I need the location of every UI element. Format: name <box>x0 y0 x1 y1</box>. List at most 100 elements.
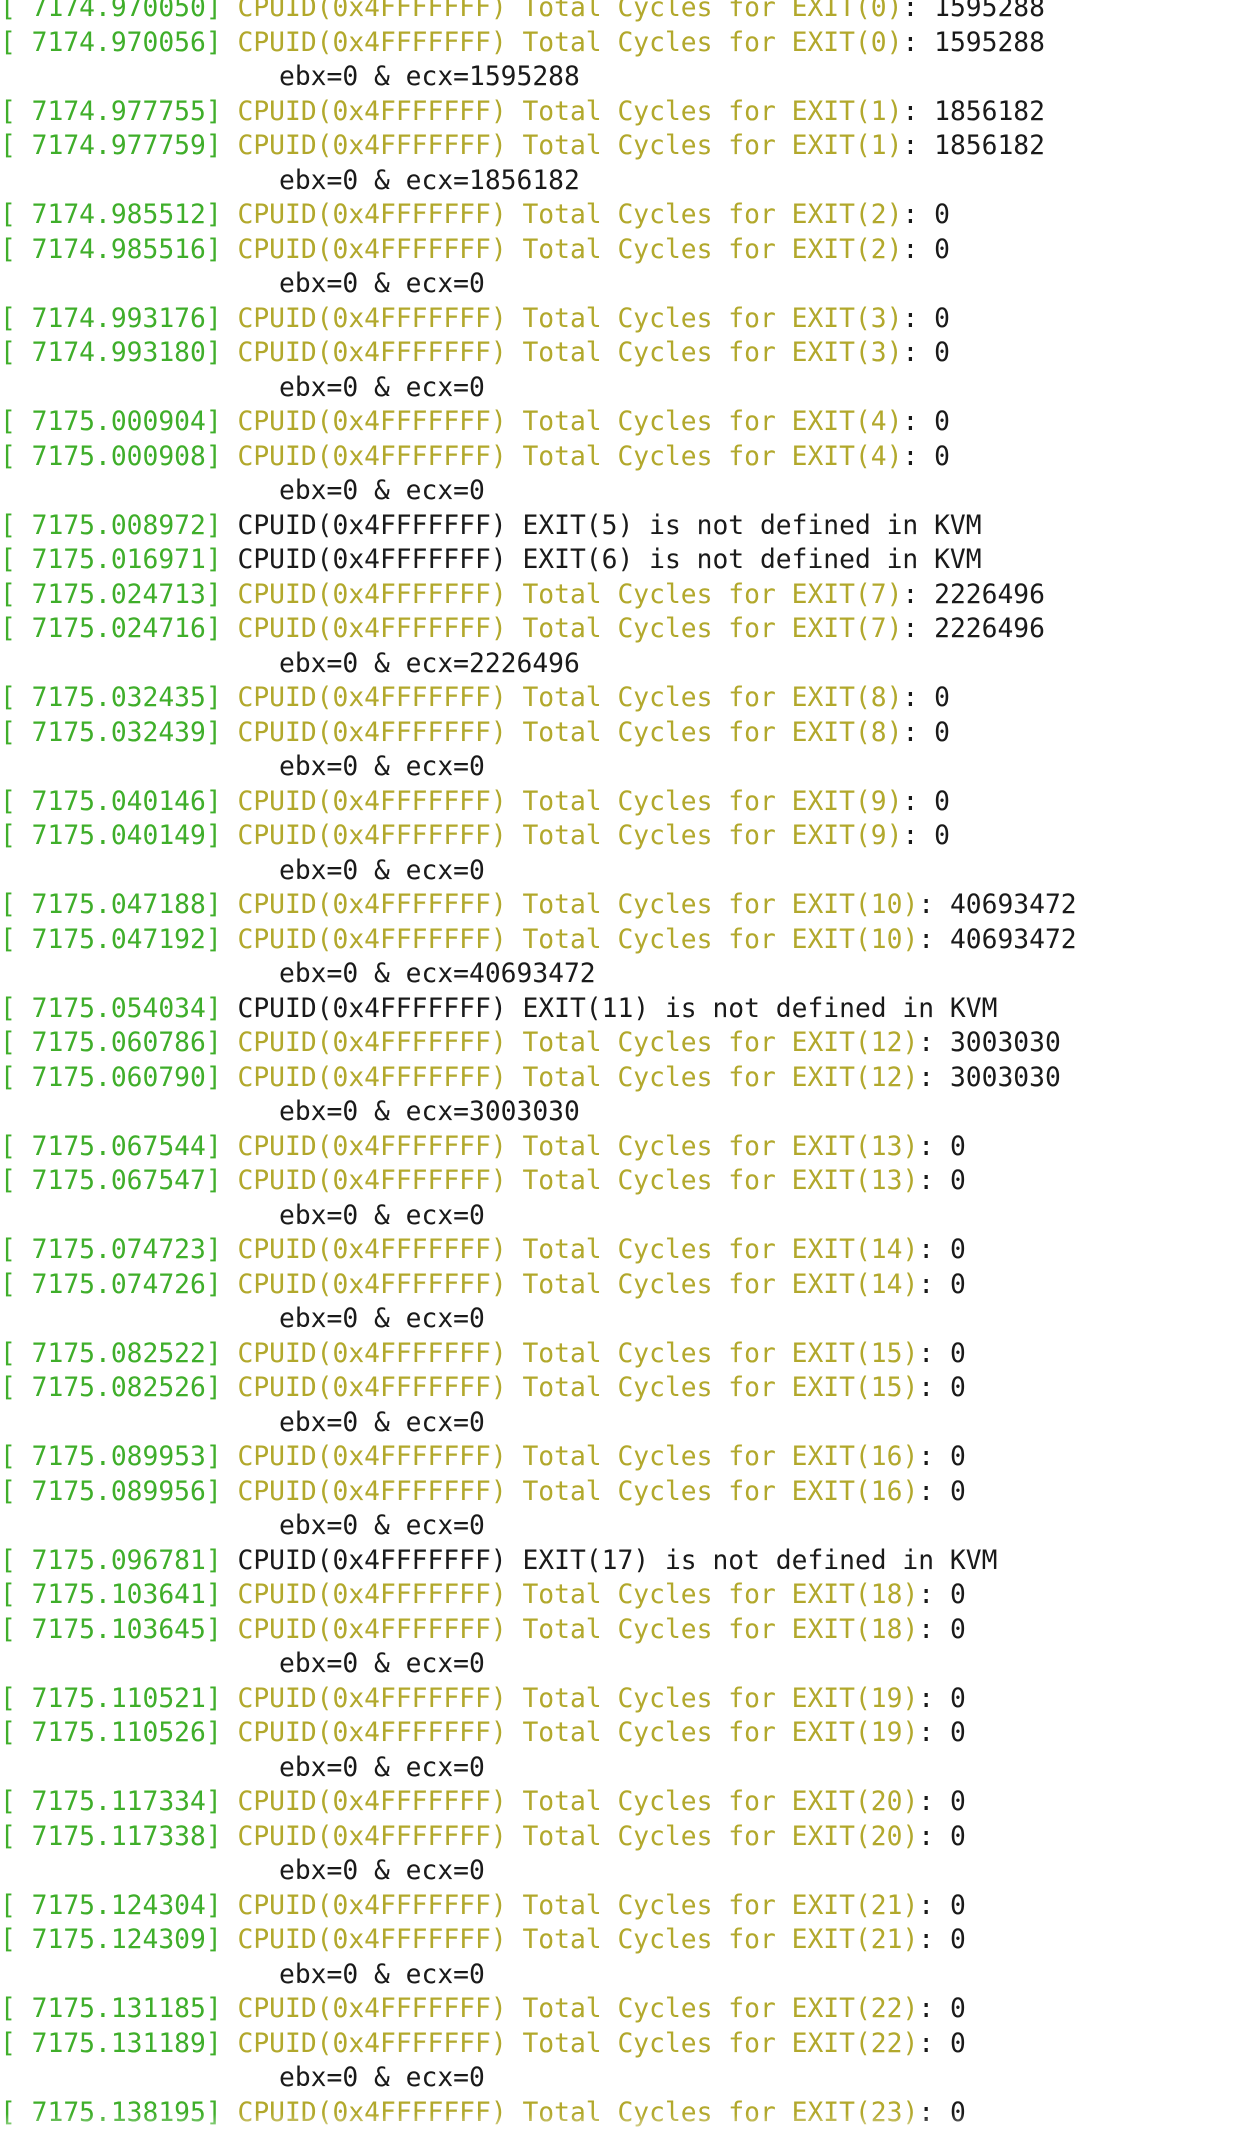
cycle-count-value: 0 <box>934 1614 966 1645</box>
cycle-count-value: 0 <box>918 303 950 334</box>
log-line-total-cycles: [ 7175.131189] CPUID(0x4FFFFFFF) Total C… <box>0 2027 1252 2062</box>
cycle-count-value: 2226496 <box>918 579 1045 610</box>
log-line-registers: ebx=0 & ecx=0 <box>0 267 1252 302</box>
log-line-undefined-exit: [ 7175.016971] CPUID(0x4FFFFFFF) EXIT(6)… <box>0 543 1252 578</box>
log-message: CPUID(0x4FFFFFFF) EXIT(6) is not defined… <box>221 545 982 575</box>
log-message: CPUID(0x4FFFFFFF) Total Cycles for EXIT(… <box>237 1994 919 2024</box>
log-line-total-cycles: [ 7175.138195] CPUID(0x4FFFFFFF) Total C… <box>0 2096 1252 2131</box>
log-line-registers: ebx=0 & ecx=0 <box>0 1406 1252 1441</box>
log-timestamp: [ 7175.074723] <box>0 1235 222 1265</box>
log-line-total-cycles: [ 7174.985516] CPUID(0x4FFFFFFF) Total C… <box>0 233 1252 268</box>
log-line-registers: ebx=0 & ecx=0 <box>0 1302 1252 1337</box>
log-separator: : <box>918 1373 935 1403</box>
log-message: CPUID(0x4FFFFFFF) Total Cycles for EXIT(… <box>237 1338 919 1369</box>
log-message: CPUID(0x4FFFFFFF) Total Cycles for EXIT(… <box>237 131 903 161</box>
log-timestamp: [ 7175.117338] <box>0 1821 222 1852</box>
log-timestamp: [ 7175.131185] <box>0 1994 222 2024</box>
log-separator: : <box>902 821 919 851</box>
log-separator: : <box>902 131 919 161</box>
register-values: ebx=0 & ecx=0 <box>279 476 485 506</box>
log-line-registers: ebx=0 & ecx=0 <box>0 1854 1252 1889</box>
log-line-total-cycles: [ 7175.103641] CPUID(0x4FFFFFFF) Total C… <box>0 1578 1252 1613</box>
cycle-count-value: 40693472 <box>934 924 1077 955</box>
cycle-count-value: 0 <box>934 1718 966 1748</box>
log-message: CPUID(0x4FFFFFFF) Total Cycles for EXIT(… <box>237 303 903 334</box>
cycle-count-value: 0 <box>918 441 950 472</box>
log-line-total-cycles: [ 7175.032439] CPUID(0x4FFFFFFF) Total C… <box>0 716 1252 751</box>
register-values: ebx=0 & ecx=0 <box>279 1511 485 1541</box>
register-values: ebx=0 & ecx=0 <box>279 752 485 782</box>
log-separator: : <box>918 1787 935 1817</box>
log-timestamp: [ 7175.067547] <box>0 1166 222 1196</box>
log-line-total-cycles: [ 7175.124304] CPUID(0x4FFFFFFF) Total C… <box>0 1889 1252 1924</box>
log-timestamp: [ 7175.124309] <box>0 1925 222 1955</box>
log-timestamp: [ 7175.047188] <box>0 890 222 920</box>
log-message: CPUID(0x4FFFFFFF) Total Cycles for EXIT(… <box>237 2028 919 2059</box>
log-line-total-cycles: [ 7175.082526] CPUID(0x4FFFFFFF) Total C… <box>0 1371 1252 1406</box>
log-message: CPUID(0x4FFFFFFF) EXIT(11) is not define… <box>221 993 998 1024</box>
log-line-registers: ebx=0 & ecx=0 <box>0 750 1252 785</box>
log-message: CPUID(0x4FFFFFFF) Total Cycles for EXIT(… <box>237 579 903 610</box>
cycle-count-value: 0 <box>934 1373 966 1403</box>
log-timestamp: [ 7175.096781] <box>0 1545 222 1576</box>
log-separator: : <box>902 0 919 23</box>
log-timestamp: [ 7175.110521] <box>0 1683 222 1714</box>
log-line-registers: ebx=0 & ecx=1595288 <box>0 60 1252 95</box>
log-separator: : <box>902 200 919 230</box>
log-line-total-cycles: [ 7175.047188] CPUID(0x4FFFFFFF) Total C… <box>0 888 1252 923</box>
register-values: ebx=0 & ecx=0 <box>279 1649 485 1679</box>
log-line-registers: ebx=0 & ecx=0 <box>0 1199 1252 1234</box>
log-line-total-cycles: [ 7175.067547] CPUID(0x4FFFFFFF) Total C… <box>0 1164 1252 1199</box>
log-line-total-cycles: [ 7175.000904] CPUID(0x4FFFFFFF) Total C… <box>0 405 1252 440</box>
log-separator: : <box>902 234 919 265</box>
log-line-registers: ebx=0 & ecx=0 <box>0 1509 1252 1544</box>
cycle-count-value: 0 <box>934 1442 966 1472</box>
log-line-total-cycles: [ 7174.993180] CPUID(0x4FFFFFFF) Total C… <box>0 336 1252 371</box>
log-message: CPUID(0x4FFFFFFF) Total Cycles for EXIT(… <box>237 1235 919 1265</box>
log-message: CPUID(0x4FFFFFFF) Total Cycles for EXIT(… <box>237 924 919 955</box>
cycle-count-value: 0 <box>934 1925 966 1955</box>
log-line-registers: ebx=0 & ecx=2226496 <box>0 647 1252 682</box>
register-values: ebx=0 & ecx=0 <box>279 1856 485 1886</box>
log-message: CPUID(0x4FFFFFFF) Total Cycles for EXIT(… <box>237 1925 919 1955</box>
log-line-registers: ebx=0 & ecx=0 <box>0 1958 1252 1993</box>
log-line-registers: ebx=0 & ecx=0 <box>0 474 1252 509</box>
log-separator: : <box>902 338 919 368</box>
log-message: CPUID(0x4FFFFFFF) Total Cycles for EXIT(… <box>237 1028 919 1058</box>
log-message: CPUID(0x4FFFFFFF) Total Cycles for EXIT(… <box>237 27 903 58</box>
cycle-count-value: 0 <box>918 821 950 851</box>
log-message: CPUID(0x4FFFFFFF) Total Cycles for EXIT(… <box>237 96 903 127</box>
log-line-total-cycles: [ 7175.082522] CPUID(0x4FFFFFFF) Total C… <box>0 1337 1252 1372</box>
log-timestamp: [ 7175.110526] <box>0 1718 222 1748</box>
log-line-total-cycles: [ 7174.993176] CPUID(0x4FFFFFFF) Total C… <box>0 302 1252 337</box>
log-timestamp: [ 7174.993176] <box>0 303 222 334</box>
log-message: CPUID(0x4FFFFFFF) Total Cycles for EXIT(… <box>237 1580 919 1610</box>
log-line-registers: ebx=0 & ecx=3003030 <box>0 1095 1252 1130</box>
log-line-total-cycles: [ 7175.117338] CPUID(0x4FFFFFFF) Total C… <box>0 1820 1252 1855</box>
register-values: ebx=0 & ecx=2226496 <box>279 648 580 679</box>
log-line-registers: ebx=0 & ecx=0 <box>0 854 1252 889</box>
cycle-count-value: 0 <box>918 786 950 817</box>
log-message: CPUID(0x4FFFFFFF) EXIT(17) is not define… <box>221 1545 998 1576</box>
log-line-total-cycles: [ 7174.977759] CPUID(0x4FFFFFFF) Total C… <box>0 129 1252 164</box>
log-separator: : <box>918 1166 935 1196</box>
log-timestamp: [ 7175.103645] <box>0 1614 222 1645</box>
cycle-count-value: 0 <box>918 717 950 748</box>
log-message: CPUID(0x4FFFFFFF) Total Cycles for EXIT(… <box>237 1890 919 1921</box>
log-timestamp: [ 7175.040146] <box>0 786 222 817</box>
cycle-count-value: 0 <box>934 1269 966 1300</box>
log-separator: : <box>918 2028 935 2059</box>
log-timestamp: [ 7175.032439] <box>0 717 222 748</box>
cycle-count-value: 0 <box>934 1166 966 1196</box>
log-message: CPUID(0x4FFFFFFF) Total Cycles for EXIT(… <box>237 1373 919 1403</box>
log-separator: : <box>902 303 919 334</box>
log-message: CPUID(0x4FFFFFFF) Total Cycles for EXIT(… <box>237 1442 919 1472</box>
log-separator: : <box>918 1890 935 1921</box>
cycle-count-value: 1595288 <box>918 27 1045 58</box>
log-message: CPUID(0x4FFFFFFF) Total Cycles for EXIT(… <box>237 2097 919 2128</box>
log-message: CPUID(0x4FFFFFFF) Total Cycles for EXIT(… <box>237 614 903 644</box>
log-line-total-cycles: [ 7175.024716] CPUID(0x4FFFFFFF) Total C… <box>0 612 1252 647</box>
log-message: CPUID(0x4FFFFFFF) Total Cycles for EXIT(… <box>237 1821 919 1852</box>
log-message: CPUID(0x4FFFFFFF) Total Cycles for EXIT(… <box>237 821 903 851</box>
log-line-registers: ebx=0 & ecx=40693472 <box>0 957 1252 992</box>
